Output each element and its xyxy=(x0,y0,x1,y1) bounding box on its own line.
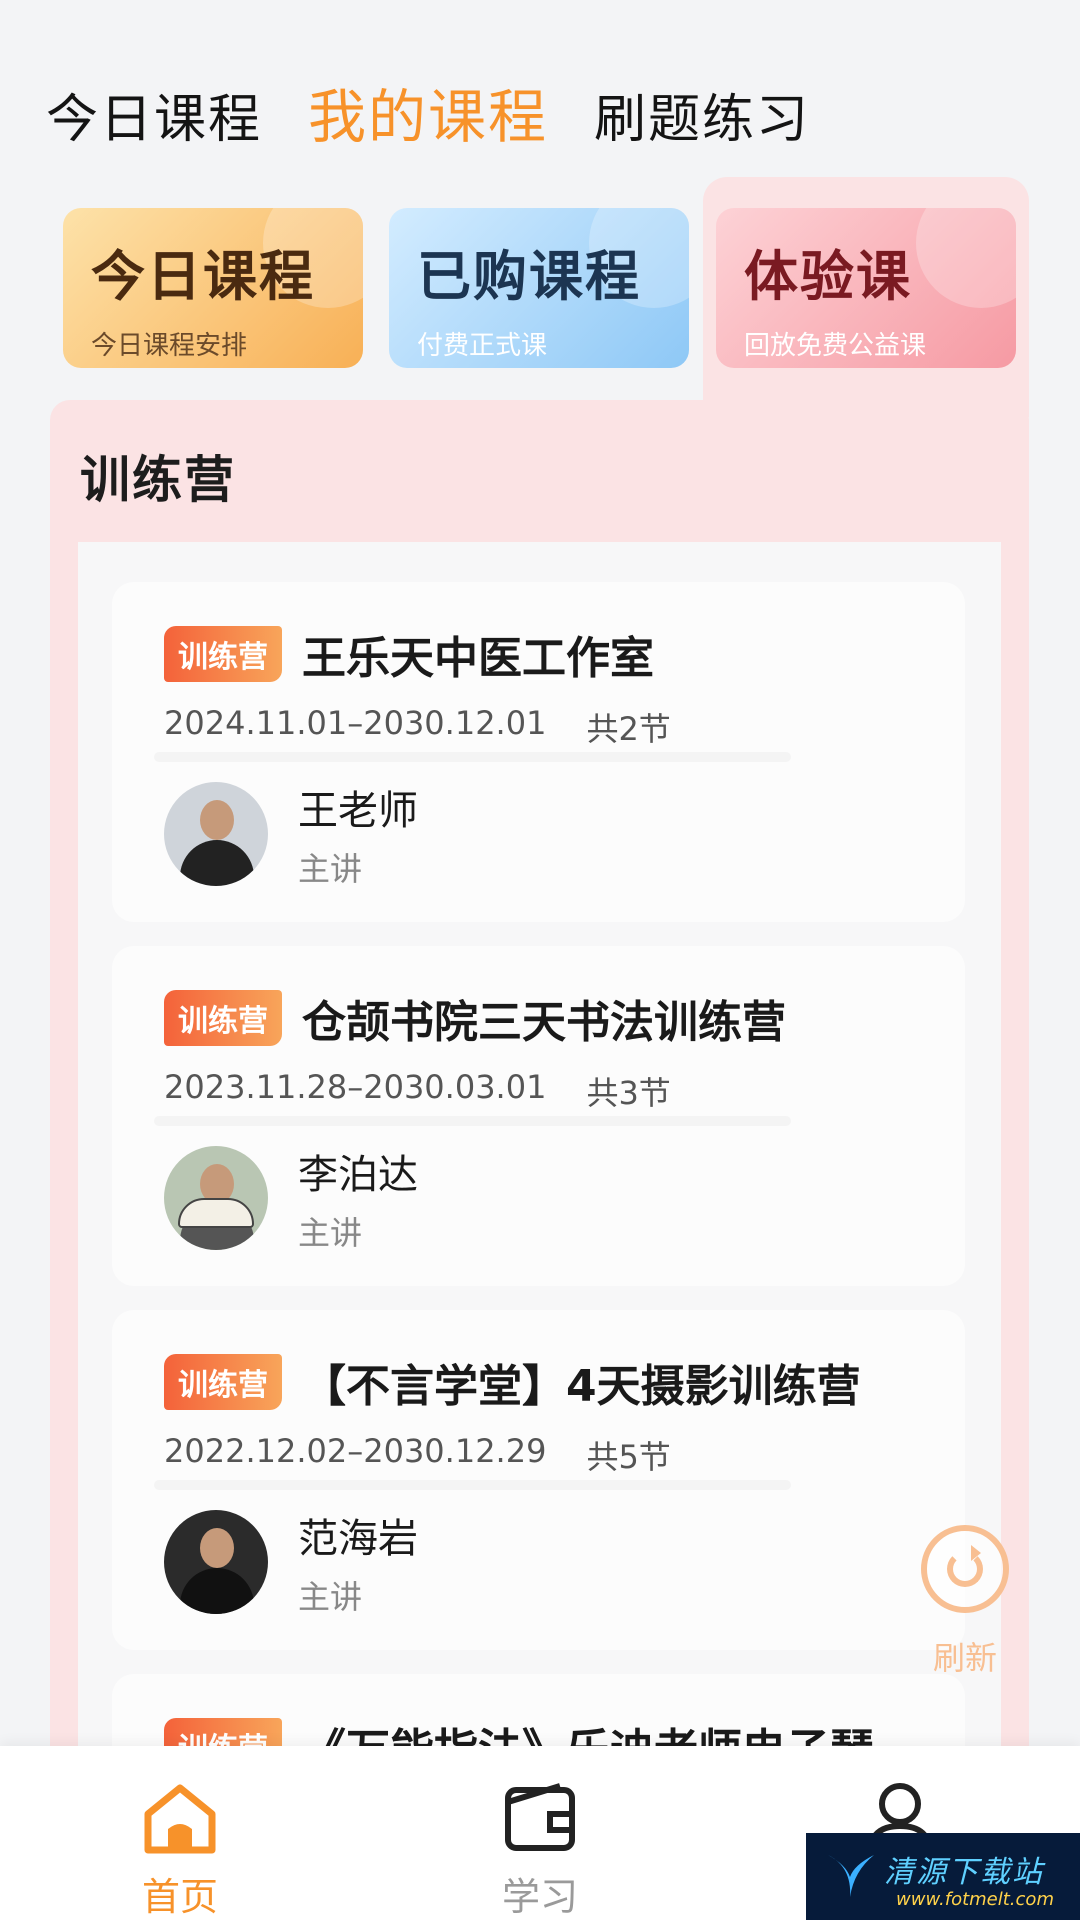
refresh-button[interactable]: 刷新 xyxy=(920,1525,1010,1679)
course-header: 训练营 【不言学堂】4天摄影训练营 xyxy=(164,1350,861,1414)
course-header: 训练营 仓颉书院三天书法训练营 xyxy=(164,986,786,1050)
nav-item-home[interactable]: 首页 xyxy=(100,1780,260,1920)
course-title: 【不言学堂】4天摄影训练营 xyxy=(302,1361,861,1412)
teacher-avatar xyxy=(164,1510,268,1614)
course-badge: 训练营 xyxy=(164,626,282,682)
tab-my-courses[interactable]: 我的课程 xyxy=(308,70,548,154)
panel-title: 训练营 xyxy=(80,451,236,509)
teacher-name: 范海岩 xyxy=(298,1516,418,1562)
teacher-info: 王老师 主讲 xyxy=(164,778,418,890)
category-subtitle: 今日课程安排 xyxy=(91,331,248,361)
course-header: 训练营 王乐天中医工作室 xyxy=(164,622,654,686)
course-card[interactable]: 训练营 王乐天中医工作室 2024.11.01–2030.12.01 共2节 王… xyxy=(112,582,965,922)
refresh-label: 刷新 xyxy=(932,1639,997,1677)
tab-practice[interactable]: 刷题练习 xyxy=(594,77,810,152)
course-lesson-count: 共3节 xyxy=(586,1074,671,1112)
tab-today-courses[interactable]: 今日课程 xyxy=(46,77,262,152)
bird-logo-icon xyxy=(828,1855,874,1897)
home-icon xyxy=(140,1780,220,1856)
course-page: 今日课程 我的课程 刷题练习 今日课程 今日课程安排 已购课程 付费正式课 体验… xyxy=(0,0,1080,1920)
course-lesson-count: 共2节 xyxy=(586,710,671,748)
course-date-range: 2022.12.02–2030.12.29 xyxy=(164,1432,547,1470)
category-card-today[interactable]: 今日课程 今日课程安排 xyxy=(63,208,363,368)
nav-label-home: 首页 xyxy=(141,1875,218,1919)
teacher-role: 主讲 xyxy=(298,1214,363,1252)
category-title: 已购课程 xyxy=(417,245,641,308)
course-meta: 2023.11.28–2030.03.01 共3节 xyxy=(164,1068,671,1114)
category-card-purchased[interactable]: 已购课程 付费正式课 xyxy=(389,208,689,368)
category-title: 今日课程 xyxy=(91,245,315,308)
course-list: 训练营 王乐天中医工作室 2024.11.01–2030.12.01 共2节 王… xyxy=(78,542,1001,1920)
wallet-icon xyxy=(500,1780,580,1856)
teacher-role: 主讲 xyxy=(298,850,363,888)
teacher-info: 范海岩 主讲 xyxy=(164,1506,418,1618)
course-date-range: 2024.11.01–2030.12.01 xyxy=(164,704,547,742)
teacher-role: 主讲 xyxy=(298,1578,363,1616)
teacher-avatar xyxy=(164,1146,268,1250)
teacher-avatar xyxy=(164,782,268,886)
course-date-range: 2023.11.28–2030.03.01 xyxy=(164,1068,547,1106)
nav-label-study: 学习 xyxy=(501,1875,578,1919)
course-card[interactable]: 训练营 仓颉书院三天书法训练营 2023.11.28–2030.03.01 共3… xyxy=(112,946,965,1286)
course-meta: 2022.12.02–2030.12.29 共5节 xyxy=(164,1432,671,1478)
watermark-url: www.fotmelt.com xyxy=(896,1889,1054,1910)
category-subtitle: 付费正式课 xyxy=(417,331,548,361)
course-badge: 训练营 xyxy=(164,1354,282,1410)
teacher-name: 李泊达 xyxy=(298,1152,418,1198)
site-watermark: 清源下载站 www.fotmelt.com xyxy=(806,1833,1080,1920)
top-tabs: 今日课程 我的课程 刷题练习 xyxy=(46,70,810,154)
course-lesson-count: 共5节 xyxy=(586,1438,671,1476)
training-camp-panel: 训练营 训练营 王乐天中医工作室 2024.11.01–2030.12.01 共… xyxy=(50,400,1029,1920)
course-card[interactable]: 训练营 【不言学堂】4天摄影训练营 2022.12.02–2030.12.29 … xyxy=(112,1310,965,1650)
nav-item-study[interactable]: 学习 xyxy=(460,1780,620,1920)
course-badge: 训练营 xyxy=(164,990,282,1046)
refresh-icon xyxy=(921,1525,1009,1613)
category-title: 体验课 xyxy=(744,245,912,308)
course-title: 王乐天中医工作室 xyxy=(302,633,654,684)
teacher-info: 李泊达 主讲 xyxy=(164,1142,418,1254)
category-card-trial[interactable]: 体验课 回放免费公益课 xyxy=(716,208,1016,368)
watermark-text: 清源下载站 xyxy=(884,1855,1044,1890)
course-title: 仓颉书院三天书法训练营 xyxy=(302,997,786,1048)
course-meta: 2024.11.01–2030.12.01 共2节 xyxy=(164,704,671,750)
teacher-name: 王老师 xyxy=(298,788,418,834)
category-subtitle: 回放免费公益课 xyxy=(744,331,927,361)
